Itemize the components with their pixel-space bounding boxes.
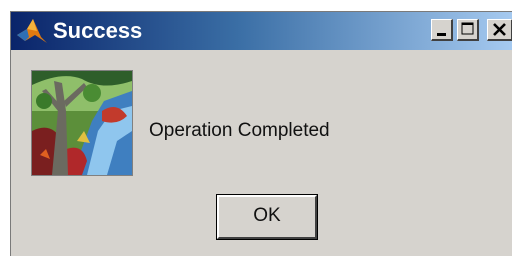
success-dialog: Success Operation Completed OK: [10, 11, 512, 256]
maximize-button[interactable]: [457, 19, 479, 41]
minimize-icon: [437, 33, 446, 36]
window-title: Success: [53, 18, 143, 43]
ok-button[interactable]: OK: [216, 194, 318, 240]
title-bar[interactable]: Success: [11, 12, 512, 50]
dialog-message: Operation Completed: [149, 120, 330, 141]
close-button[interactable]: [487, 19, 512, 41]
minimize-button[interactable]: [431, 19, 453, 41]
painting-tree-river-image: [32, 71, 132, 175]
maximize-icon: [461, 22, 474, 35]
dialog-image: [31, 70, 133, 176]
matlab-logo-icon: [17, 19, 47, 43]
close-icon: [493, 23, 506, 36]
